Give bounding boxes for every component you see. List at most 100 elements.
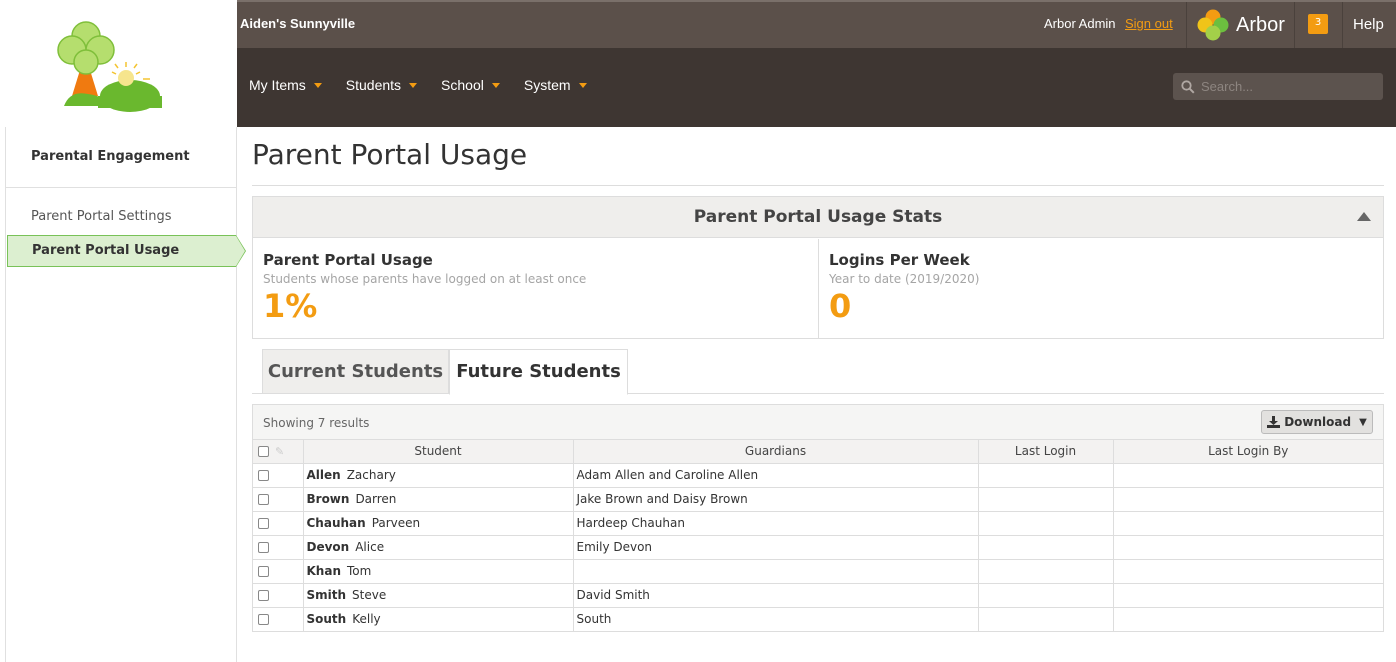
select-all-header: ✎ [253,440,304,464]
results-count: Showing 7 results [263,416,370,430]
row-select-cell [253,511,304,536]
table-row[interactable]: South Kelly South [253,607,1383,631]
notification-icon[interactable]: 3 [1308,14,1328,34]
sidebar-item-parent-portal-settings[interactable]: Parent Portal Settings [31,209,172,224]
table-row[interactable]: Chauhan Parveen Hardeep Chauhan [253,511,1383,536]
student-cell[interactable]: Devon Alice [303,535,574,560]
stat-logins-per-week: Logins Per Week Year to date (2019/2020)… [818,239,1383,338]
tab-future-students[interactable]: Future Students [449,349,628,395]
guardians-cell [573,559,979,584]
column-header-guardians[interactable]: Guardians [573,440,979,464]
guardians-cell: Hardeep Chauhan [573,511,979,536]
download-button[interactable]: Download ▼ [1261,410,1373,434]
nav-students[interactable]: Students [346,77,418,93]
student-last-name: Khan [306,564,341,578]
sidebar: Parental Engagement Parent Portal Settin… [5,127,246,662]
row-checkbox[interactable] [258,494,269,505]
stat-parent-portal-usage: Parent Portal Usage Students whose paren… [253,239,818,338]
guardians-cell: South [573,607,979,631]
nav-label: School [441,77,484,93]
header-divider [1186,2,1187,48]
search-box[interactable] [1173,73,1383,100]
search-input[interactable] [1201,79,1371,94]
select-all-checkbox[interactable] [258,446,269,458]
table-header-row: ✎ Student Guardians Last Login Last Logi… [253,440,1383,464]
row-checkbox[interactable] [258,614,269,626]
row-checkbox[interactable] [258,566,269,577]
student-last-name: Allen [306,468,341,482]
search-icon [1181,79,1195,94]
student-cell[interactable]: Brown Darren [303,487,574,512]
header-divider [1294,2,1295,48]
student-first-name: Zachary [346,468,396,482]
row-checkbox[interactable] [258,542,269,553]
guardians-cell: David Smith [573,583,979,608]
collapse-arrow-icon[interactable] [1357,212,1371,221]
sidebar-divider [6,187,236,188]
arbor-brand[interactable]: Arbor [1196,8,1285,42]
student-first-name: Alice [355,540,385,554]
guardians-cell: Adam Allen and Caroline Allen [573,463,979,488]
tab-current-students[interactable]: Current Students [262,349,449,394]
nav-label: My Items [249,77,306,93]
row-checkbox[interactable] [258,518,269,529]
stats-panel: Parent Portal Usage Stats Parent Portal … [252,196,1384,339]
sidebar-item-parent-portal-usage[interactable]: Parent Portal Usage [7,235,246,267]
student-tabs: Current Students Future Students [252,349,1384,395]
row-select-cell [253,487,304,512]
last-login-cell [978,559,1114,584]
sign-out-link[interactable]: Sign out [1125,16,1173,31]
students-table: ✎ Student Guardians Last Login Last Logi… [253,440,1383,631]
table-row[interactable]: Devon Alice Emily Devon [253,535,1383,560]
student-cell[interactable]: Chauhan Parveen [303,511,574,536]
student-first-name: Parveen [371,516,421,530]
students-grid: Showing 7 results Download ▼ ✎ Student G… [252,404,1384,632]
caret-down-icon [409,82,418,88]
nav-system[interactable]: System [524,77,587,93]
page-title: Parent Portal Usage [252,138,528,171]
table-row[interactable]: Smith Steve David Smith [253,583,1383,608]
student-cell[interactable]: South Kelly [303,607,574,631]
row-select-cell [253,583,304,608]
student-cell[interactable]: Smith Steve [303,583,574,608]
row-select-cell [253,607,304,631]
last-login-by-cell [1113,535,1383,560]
student-last-name: South [306,612,347,627]
help-link[interactable]: Help [1353,16,1384,33]
edit-pencil-icon[interactable]: ✎ [275,445,284,458]
table-row[interactable]: Brown Darren Jake Brown and Daisy Brown [253,487,1383,512]
nav-my-items[interactable]: My Items [249,77,322,93]
last-login-cell [978,535,1114,560]
column-header-last-login[interactable]: Last Login [978,440,1114,464]
last-login-cell [978,487,1114,512]
school-name: Aiden's Sunnyville [240,16,356,31]
caret-down-icon [313,82,322,88]
stat-subtitle: Students whose parents have logged on at… [263,272,587,286]
student-last-name: Smith [306,588,347,602]
stats-panel-header[interactable]: Parent Portal Usage Stats [253,197,1383,238]
student-cell[interactable]: Khan Tom [303,559,574,584]
column-header-last-login-by[interactable]: Last Login By [1113,440,1383,464]
caret-down-icon [578,82,587,88]
nav-school[interactable]: School [441,77,500,93]
arbor-logo-icon [1197,9,1229,41]
stat-title: Parent Portal Usage [263,251,433,269]
row-checkbox[interactable] [258,470,269,481]
row-select-cell [253,463,304,488]
download-label: Download [1284,415,1352,429]
row-select-cell [253,535,304,560]
student-first-name: Kelly [352,612,381,627]
student-cell[interactable]: Allen Zachary [303,463,574,488]
school-logo[interactable] [0,0,237,127]
student-first-name: Steve [352,588,387,602]
table-row[interactable]: Allen Zachary Adam Allen and Caroline All… [253,463,1383,488]
grid-toolbar: Showing 7 results Download ▼ [253,405,1383,440]
row-checkbox[interactable] [258,590,269,601]
last-login-by-cell [1113,583,1383,608]
column-header-student[interactable]: Student [303,440,574,464]
table-row[interactable]: Khan Tom [253,559,1383,584]
stat-value: 1% [263,287,318,325]
last-login-by-cell [1113,487,1383,512]
last-login-cell [978,511,1114,536]
student-first-name: Darren [355,492,397,506]
